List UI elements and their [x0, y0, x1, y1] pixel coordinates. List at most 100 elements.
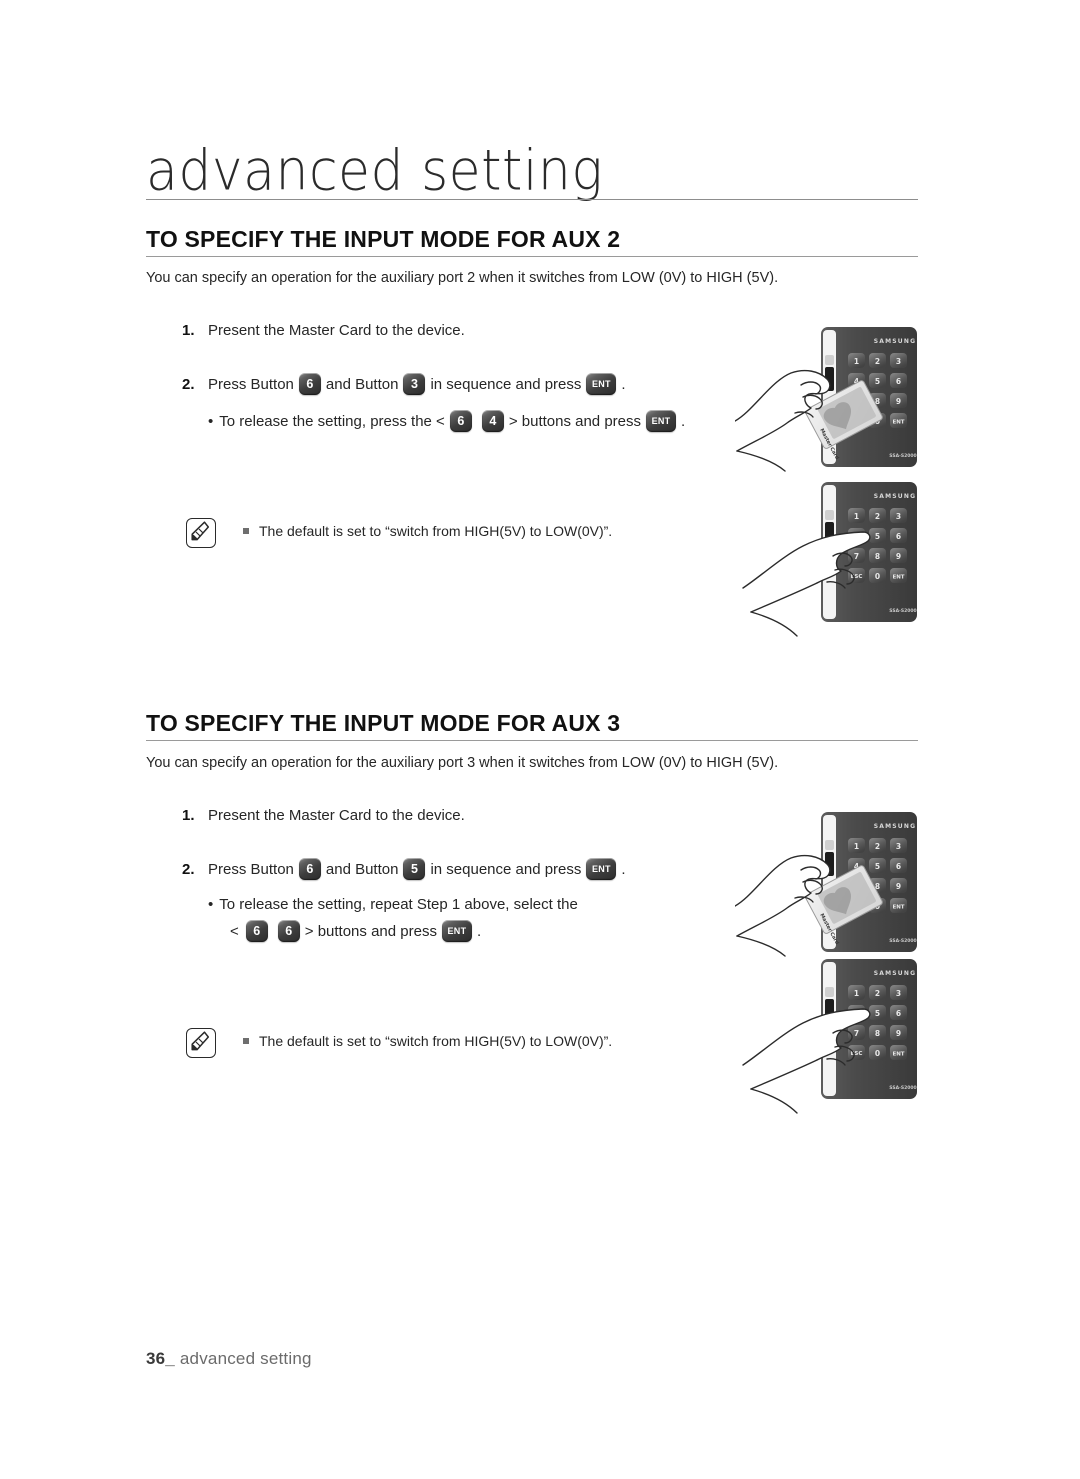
step-text-mid: and Button	[325, 375, 399, 393]
svg-text:9: 9	[896, 882, 901, 891]
svg-text:9: 9	[896, 552, 901, 561]
svg-text:5: 5	[875, 377, 880, 386]
step-text: Present the Master Card to the device.	[208, 807, 465, 824]
note-pencil-icon	[186, 1028, 216, 1058]
step-1-aux3: 1. Present the Master Card to the device…	[182, 807, 465, 824]
svg-text:9: 9	[896, 397, 901, 406]
svg-text:3: 3	[896, 842, 901, 851]
step-text-mid: and Button	[325, 860, 399, 878]
key-button-6: 6	[298, 373, 321, 395]
step-2-aux3: 2. Press Button 6 and Button 5 in sequen…	[182, 858, 626, 880]
step-1-aux2: 1. Present the Master Card to the device…	[182, 322, 465, 339]
svg-text:SSA-S2000: SSA-S2000	[889, 453, 916, 459]
note-pencil-icon	[186, 518, 216, 548]
page-title: advanced setting	[146, 138, 604, 204]
bullet-dot-icon: •	[208, 896, 214, 913]
key-button-6: 6	[245, 920, 268, 942]
svg-text:5: 5	[875, 532, 880, 541]
svg-text:ENT: ENT	[892, 905, 904, 911]
step-text-post: in sequence and press	[430, 375, 582, 393]
key-button-5: 5	[403, 858, 426, 880]
document-page: advanced setting TO SPECIFY THE INPUT MO…	[0, 0, 1080, 1479]
svg-text:0: 0	[875, 1049, 880, 1058]
footer-label: advanced setting	[179, 1349, 312, 1368]
title-divider	[146, 199, 918, 200]
step-period: .	[621, 860, 626, 878]
svg-text:3: 3	[896, 512, 901, 521]
svg-text:2: 2	[875, 989, 880, 998]
note-text-aux3: The default is set to “switch from HIGH(…	[243, 1028, 612, 1049]
svg-text:SSA-S2000: SSA-S2000	[889, 1085, 916, 1091]
key-button-ent: ENT	[586, 858, 617, 880]
section-intro-aux2: You can specify an operation for the aux…	[146, 270, 779, 286]
note-block-aux2: The default is set to “switch from HIGH(…	[186, 518, 612, 548]
note-marker-icon	[243, 528, 249, 535]
svg-text:SAMSUNG: SAMSUNG	[874, 823, 916, 830]
svg-text:0: 0	[875, 572, 880, 581]
svg-text:SSA-S2000: SSA-S2000	[889, 608, 916, 614]
section-divider-aux2	[146, 256, 918, 257]
key-button-6: 6	[298, 858, 321, 880]
svg-text:1: 1	[854, 989, 859, 998]
key-button-ent: ENT	[441, 920, 472, 942]
step-number: 1.	[182, 807, 195, 824]
bullet-period: .	[681, 412, 686, 430]
step-text-pre: Press Button	[208, 860, 294, 878]
svg-text:2: 2	[875, 357, 880, 366]
svg-text:6: 6	[896, 1009, 901, 1018]
svg-text:ENT: ENT	[892, 575, 904, 581]
key-button-ent: ENT	[586, 373, 617, 395]
section-heading-aux3: TO SPECIFY THE INPUT MODE FOR AUX 3	[146, 710, 621, 736]
present-master-card-illustration-aux3: SAMSUNG 1 2 3 4 5 6 7 8 9	[734, 810, 935, 975]
bullet-text-line1: To release the setting, repeat Step 1 ab…	[219, 896, 578, 913]
svg-text:1: 1	[854, 842, 859, 851]
present-master-card-illustration-aux2: SAMSUNG 1 2 3 4 5 6 7 8 9	[734, 325, 935, 490]
key-button-6: 6	[277, 920, 300, 942]
step-number: 1.	[182, 322, 195, 339]
note-marker-icon	[243, 1038, 249, 1045]
svg-text:8: 8	[875, 552, 880, 561]
key-button-4: 4	[481, 410, 504, 432]
key-button-3: 3	[403, 373, 426, 395]
step-text-pre: Press Button	[208, 375, 294, 393]
svg-text:3: 3	[896, 357, 901, 366]
step-period: .	[621, 375, 626, 393]
svg-text:SAMSUNG: SAMSUNG	[874, 970, 916, 977]
svg-text:1: 1	[854, 357, 859, 366]
bullet-period: .	[476, 922, 482, 940]
step-number: 2.	[182, 375, 195, 393]
svg-text:7: 7	[854, 552, 859, 561]
svg-text:SAMSUNG: SAMSUNG	[874, 493, 916, 500]
press-keypad-button-illustration-aux2: SAMSUNG 1 2 3 4 5 6 7 8 9	[735, 478, 935, 653]
svg-text:ENT: ENT	[892, 420, 904, 426]
section-heading-aux2: TO SPECIFY THE INPUT MODE FOR AUX 2	[146, 226, 621, 252]
bullet-text-mid: > buttons and press	[508, 412, 642, 430]
note-block-aux3: The default is set to “switch from HIGH(…	[186, 1028, 612, 1058]
svg-text:6: 6	[896, 377, 901, 386]
step-text: Present the Master Card to the device.	[208, 322, 465, 339]
section-divider-aux3	[146, 740, 918, 741]
press-keypad-button-illustration-aux3: SAMSUNG 1 2 3 4 5 6 7 8 9	[735, 955, 935, 1130]
svg-text:5: 5	[875, 1009, 880, 1018]
svg-text:8: 8	[875, 1029, 880, 1038]
bullet-text-pre: To release the setting, press the <	[219, 412, 445, 430]
svg-text:9: 9	[896, 1029, 901, 1038]
step-2-aux2: 2. Press Button 6 and Button 3 in sequen…	[182, 373, 626, 395]
note-body: The default is set to “switch from HIGH(…	[259, 1033, 613, 1049]
bullet-release-aux3-line1: • To release the setting, repeat Step 1 …	[208, 896, 578, 913]
open-angle: <	[230, 922, 239, 940]
svg-text:ENT: ENT	[892, 1052, 904, 1058]
step-number: 2.	[182, 860, 195, 878]
note-text-aux2: The default is set to “switch from HIGH(…	[243, 518, 612, 539]
svg-text:2: 2	[875, 512, 880, 521]
svg-text:6: 6	[896, 532, 901, 541]
svg-text:2: 2	[875, 842, 880, 851]
svg-text:5: 5	[875, 862, 880, 871]
svg-text:SSA-S2000: SSA-S2000	[889, 938, 916, 944]
svg-text:6: 6	[896, 862, 901, 871]
footer-page-number: 36_	[146, 1349, 175, 1368]
svg-text:3: 3	[896, 989, 901, 998]
bullet-dot-icon: •	[208, 412, 214, 430]
page-footer: 36_ advanced setting	[146, 1349, 312, 1369]
key-button-6: 6	[449, 410, 472, 432]
